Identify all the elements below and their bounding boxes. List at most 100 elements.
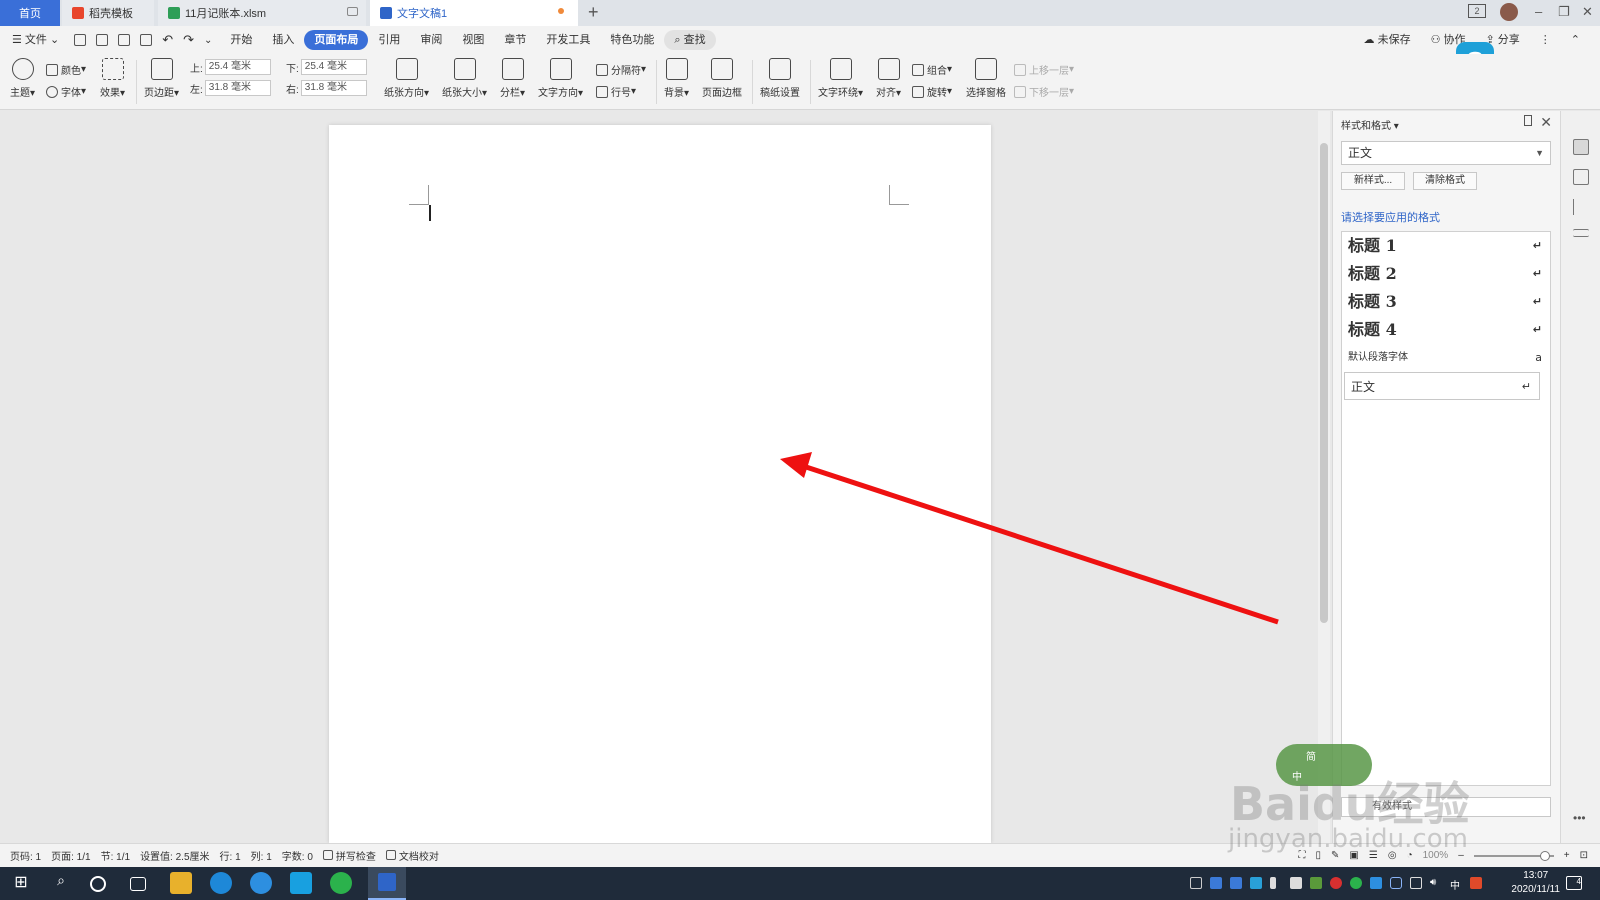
theme-button[interactable]: 主题▾ xyxy=(10,58,35,99)
unsaved-status[interactable]: ☁ 未保存 xyxy=(1354,30,1421,50)
k-app-icon[interactable] xyxy=(250,872,272,894)
paper-size-button[interactable]: 纸张大小▾ xyxy=(442,58,487,99)
vertical-scrollbar[interactable] xyxy=(1318,111,1330,843)
style-pen-icon[interactable] xyxy=(1573,139,1589,155)
more-dots-icon[interactable]: ••• xyxy=(1573,811,1589,827)
new-style-button[interactable]: 新样式... xyxy=(1341,172,1405,190)
effect-button[interactable]: 效果▾ xyxy=(100,58,125,99)
task-view-icon[interactable] xyxy=(130,877,146,891)
edge-browser-icon[interactable] xyxy=(210,872,232,894)
style-item-heading-2[interactable]: 标题 2 ↵ xyxy=(1342,260,1550,288)
margins-button[interactable]: 页边距▾ xyxy=(144,58,179,99)
select-pane-button[interactable]: 选择窗格 xyxy=(966,58,1006,99)
menu-page-layout[interactable]: 页面布局 xyxy=(304,30,369,50)
columns-button[interactable]: 分栏▾ xyxy=(500,58,525,99)
pin-icon[interactable] xyxy=(1524,115,1532,126)
search-button[interactable]: ⌕ 查找 xyxy=(664,30,716,50)
tray-sogou-icon[interactable] xyxy=(1470,877,1482,889)
save-icon[interactable] xyxy=(74,34,87,46)
tray-wechat-icon[interactable] xyxy=(1350,877,1362,889)
menu-developer[interactable]: 开发工具 xyxy=(536,30,600,50)
style-item-default-font[interactable]: 默认段落字体 a xyxy=(1342,344,1550,372)
fit-page-icon[interactable]: ⊡ xyxy=(1580,850,1588,861)
status-words[interactable]: 字数: 0 xyxy=(282,848,313,863)
file-explorer-icon[interactable] xyxy=(170,872,192,894)
monitor-app-icon[interactable] xyxy=(290,872,312,894)
document-page[interactable] xyxy=(329,125,991,843)
window-count-button[interactable]: 2 xyxy=(1468,4,1486,18)
search-icon[interactable]: ⌕ xyxy=(50,872,72,894)
menu-review[interactable]: 审阅 xyxy=(410,30,452,50)
style-item-heading-4[interactable]: 标题 4 ↵ xyxy=(1342,316,1550,344)
cortana-icon[interactable] xyxy=(90,876,106,892)
tray-shield-icon[interactable] xyxy=(1390,877,1402,889)
chat-icon[interactable] xyxy=(347,7,358,16)
zoom-in-icon[interactable]: + xyxy=(1564,850,1570,861)
customize-icon[interactable]: ⌄ xyxy=(204,35,212,46)
tray-edge-icon[interactable] xyxy=(1210,877,1222,889)
background-button[interactable]: 背景▾ xyxy=(664,58,689,99)
menu-start[interactable]: 开始 xyxy=(220,30,262,50)
rotate-button[interactable]: 旋转 ▾ xyxy=(912,84,952,99)
spell-check-button[interactable]: 拼写检查 xyxy=(322,848,376,863)
menu-insert[interactable]: 插入 xyxy=(262,30,304,50)
style-item-heading-1[interactable]: 标题 1 ↵ xyxy=(1342,232,1550,260)
collapse-ribbon-icon[interactable]: ⌃ xyxy=(1561,30,1590,50)
notification-icon[interactable]: 4 xyxy=(1566,876,1582,890)
new-tab-button[interactable]: + xyxy=(588,2,599,23)
align-button[interactable]: 对齐▾ xyxy=(876,58,901,99)
top-margin-input[interactable]: 25.4 毫米 xyxy=(204,59,271,75)
menu-view[interactable]: 视图 xyxy=(452,30,494,50)
menu-section[interactable]: 章节 xyxy=(494,30,536,50)
orientation-button[interactable]: 纸张方向▾ xyxy=(384,58,429,99)
line-numbers-button[interactable]: 行号 ▾ xyxy=(596,84,636,99)
send-backward-button[interactable]: 下移一层 ▾ xyxy=(1014,84,1074,99)
minimize-icon[interactable]: – xyxy=(1535,4,1542,19)
clear-format-button[interactable]: 清除格式 xyxy=(1413,172,1477,190)
zoom-slider-thumb[interactable] xyxy=(1539,850,1550,861)
tray-record-icon[interactable] xyxy=(1330,877,1342,889)
color-button[interactable]: 颜色 ▾ xyxy=(46,62,86,77)
style-item-heading-3[interactable]: 标题 3 ↵ xyxy=(1342,288,1550,316)
tray-bag-icon[interactable] xyxy=(1290,877,1302,889)
tab-document[interactable]: 文字文稿1 xyxy=(370,0,578,26)
ime-indicator[interactable]: 中 xyxy=(1450,877,1462,892)
menu-features[interactable]: 特色功能 xyxy=(600,30,664,50)
microphone-icon[interactable] xyxy=(1270,877,1276,889)
font-button[interactable]: 字体 ▾ xyxy=(46,84,86,99)
tray-k-icon[interactable] xyxy=(1370,877,1382,889)
tray-nvidia-icon[interactable] xyxy=(1310,877,1322,889)
tab-xlsx[interactable]: 11月记账本.xlsm xyxy=(158,0,366,26)
tab-home[interactable]: 首页 xyxy=(0,0,60,26)
windows-start-icon[interactable]: ⊞ xyxy=(10,872,32,894)
format-painter-icon[interactable] xyxy=(96,34,109,46)
file-menu[interactable]: ☰ 文件 ⌄ xyxy=(0,30,69,50)
zoom-slider[interactable] xyxy=(1473,850,1554,861)
wps-writer-taskbar-button[interactable] xyxy=(368,867,406,900)
wechat-icon[interactable] xyxy=(330,872,352,894)
tray-app-icon[interactable] xyxy=(1190,877,1202,889)
more-icon[interactable]: ⋮ xyxy=(1530,30,1561,50)
text-wrap-button[interactable]: 文字环绕▾ xyxy=(818,58,863,99)
panel-title[interactable]: 样式和格式 ▾ xyxy=(1341,117,1399,132)
volume-icon[interactable]: 🔊︎ xyxy=(1430,877,1442,889)
undo-icon[interactable]: ↶ xyxy=(162,32,173,48)
print-preview-icon[interactable] xyxy=(140,34,153,46)
clock[interactable]: 13:07 2020/11/11 xyxy=(1511,869,1560,897)
tray-cloud-icon[interactable] xyxy=(1230,877,1242,889)
group-button[interactable]: 组合 ▾ xyxy=(912,62,952,77)
right-margin-input[interactable]: 31.8 毫米 xyxy=(300,80,367,96)
restore-icon[interactable]: ❐ xyxy=(1558,4,1570,20)
redo-icon[interactable]: ↷ xyxy=(183,32,194,48)
proofread-button[interactable]: 文档校对 xyxy=(385,848,439,863)
left-margin-input[interactable]: 31.8 毫米 xyxy=(204,80,271,96)
bring-forward-button[interactable]: 上移一层 ▾ xyxy=(1014,62,1074,77)
avatar[interactable] xyxy=(1500,3,1518,21)
text-direction-button[interactable]: 文字方向▾ xyxy=(538,58,583,99)
menu-references[interactable]: 引用 xyxy=(368,30,410,50)
tab-template[interactable]: 稻壳模板 xyxy=(62,0,154,26)
settings-sliders-icon[interactable] xyxy=(1573,229,1589,237)
tray-sync-icon[interactable] xyxy=(1250,877,1262,889)
close-icon[interactable]: ✕ xyxy=(1582,4,1593,20)
panel-close-icon[interactable]: ✕ xyxy=(1540,114,1552,131)
